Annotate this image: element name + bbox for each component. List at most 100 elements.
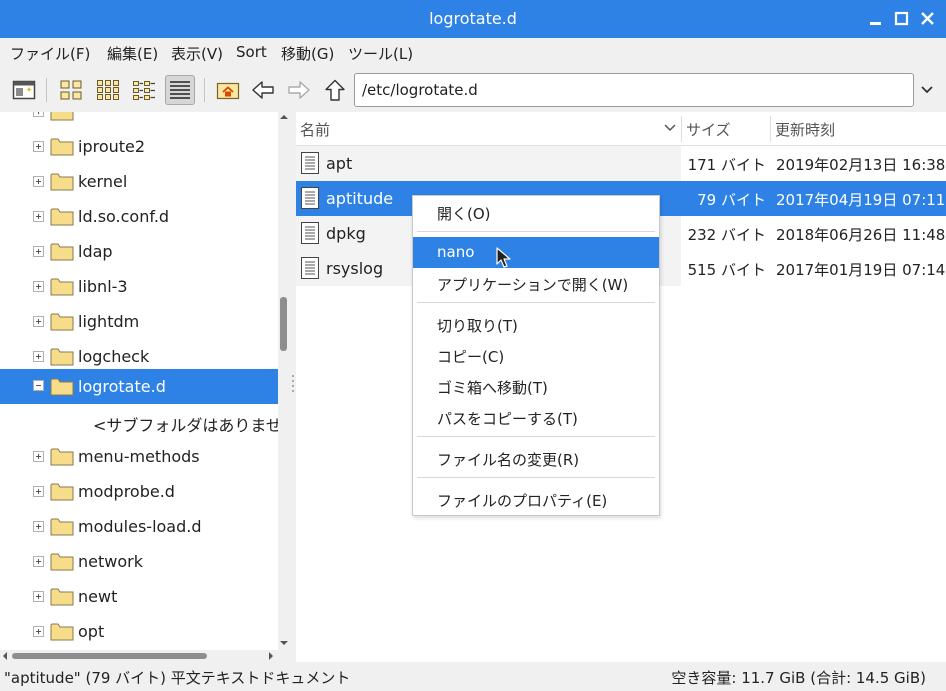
expand-icon[interactable] [33, 281, 44, 292]
tree-item-label: menu-methods [78, 447, 200, 466]
scroll-right-arrow-icon[interactable] [266, 650, 276, 662]
menu-separator [417, 302, 655, 303]
detailed-list-view-button[interactable] [165, 75, 195, 105]
folder-icon [50, 378, 74, 396]
ctx-open-with-nano[interactable]: nano [413, 237, 659, 268]
toolbar-separator [204, 78, 205, 102]
minimize-button[interactable] [866, 9, 886, 29]
back-button[interactable] [248, 75, 278, 105]
tree-item[interactable]: modprobe.d [0, 474, 278, 509]
menu-tools[interactable]: ツール(L) [348, 43, 413, 64]
column-header: 名前 サイズ 更新時刻 [296, 112, 946, 146]
expand-icon[interactable] [33, 451, 44, 462]
text-file-icon [301, 152, 319, 174]
close-button[interactable] [918, 9, 938, 29]
folder-icon [50, 278, 74, 296]
ctx-copy-path[interactable]: パスをコピーする(T) [413, 402, 659, 433]
tree-item[interactable]: libnl-3 [0, 269, 278, 304]
close-icon [921, 12, 934, 25]
status-file-info: "aptitude" (79 バイト) 平文テキストドキュメント [4, 669, 351, 687]
file-name: aptitude [326, 189, 394, 208]
thumbnail-view-icon [97, 80, 119, 100]
ctx-open-with-application[interactable]: アプリケーションで開く(W) [413, 268, 659, 299]
tree-item-selected[interactable]: logrotate.d [0, 369, 278, 404]
tree-empty-note: <サブフォルダはありませ [0, 404, 278, 439]
folder-icon [50, 518, 74, 536]
tree-item[interactable]: lightdm [0, 304, 278, 339]
menu-edit[interactable]: 編集(E) [107, 43, 158, 64]
tree-vertical-scroll-thumb[interactable] [280, 297, 287, 351]
thumbnail-view-button[interactable] [93, 75, 123, 105]
menu-file[interactable]: ファイル(F) [10, 43, 90, 64]
forward-button[interactable] [284, 75, 314, 105]
up-button[interactable] [320, 75, 350, 105]
menu-separator [417, 231, 655, 232]
tree-item[interactable]: modules-load.d [0, 509, 278, 544]
tree-item[interactable]: menu-methods [0, 439, 278, 474]
expand-icon[interactable] [33, 556, 44, 567]
folder-icon [50, 448, 74, 466]
column-size[interactable]: サイズ [686, 119, 731, 140]
expand-icon[interactable] [33, 591, 44, 602]
tree-item[interactable]: kernel [0, 164, 278, 199]
file-row[interactable]: apt 171 バイト 2019年02月13日 16:38 [296, 146, 946, 181]
collapse-icon[interactable] [33, 380, 44, 391]
tree-item-label: lightdm [78, 312, 140, 331]
location-bar[interactable]: /etc/logrotate.d [354, 73, 914, 107]
column-name[interactable]: 名前 [300, 119, 330, 140]
tree-item[interactable]: opt [0, 614, 278, 649]
tree-horizontal-scroll-thumb[interactable] [12, 653, 207, 659]
tree-item[interactable]: iproute2 [0, 129, 278, 164]
compact-view-button[interactable] [129, 75, 159, 105]
menu-view[interactable]: 表示(V) [171, 43, 223, 64]
status-disk-space: 空き容量: 11.7 GiB (合計: 14.5 GiB) [671, 669, 926, 687]
tree-item[interactable]: newt [0, 579, 278, 614]
statusbar: "aptitude" (79 バイト) 平文テキストドキュメント 空き容量: 1… [0, 662, 946, 691]
expand-icon[interactable] [33, 351, 44, 362]
tree-item[interactable]: network [0, 544, 278, 579]
up-icon [325, 79, 345, 101]
menu-sort[interactable]: Sort [236, 43, 267, 61]
home-button[interactable] [213, 75, 243, 105]
ctx-properties[interactable]: ファイルのプロパティ(E) [413, 484, 659, 515]
text-file-icon [301, 222, 319, 244]
expand-icon[interactable] [33, 626, 44, 637]
column-separator[interactable] [770, 116, 771, 142]
maximize-button[interactable] [892, 9, 912, 29]
new-window-button[interactable] [9, 75, 39, 105]
tree-item-label: modprobe.d [78, 482, 175, 501]
ctx-copy[interactable]: コピー(C) [413, 340, 659, 371]
sort-chevron-down-icon[interactable] [664, 123, 676, 133]
expand-icon[interactable] [33, 486, 44, 497]
tree-item[interactable]: ld.so.conf.d [0, 199, 278, 234]
tree-item-partial[interactable] [0, 112, 278, 129]
ctx-open[interactable]: 開く(O) [413, 197, 659, 228]
maximize-icon [894, 11, 909, 26]
tree-horizontal-scrollbar[interactable] [0, 650, 290, 662]
expand-icon[interactable] [33, 112, 44, 117]
home-icon [216, 82, 240, 100]
tree-item-label: logcheck [78, 347, 150, 366]
file-modified: 2019年02月13日 16:38 [776, 156, 946, 174]
menu-go[interactable]: 移動(G) [281, 43, 334, 64]
ctx-move-to-trash[interactable]: ゴミ箱へ移動(T) [413, 371, 659, 402]
expand-icon[interactable] [33, 176, 44, 187]
expand-icon[interactable] [33, 246, 44, 257]
tree-vertical-scrollbar[interactable] [278, 112, 290, 650]
column-modified[interactable]: 更新時刻 [775, 119, 835, 140]
column-separator[interactable] [681, 116, 682, 142]
ctx-rename[interactable]: ファイル名の変更(R) [413, 443, 659, 474]
tree-item[interactable]: ldap [0, 234, 278, 269]
scroll-down-arrow-icon[interactable] [278, 638, 290, 648]
expand-icon[interactable] [33, 141, 44, 152]
forward-icon [288, 81, 310, 99]
location-history-dropdown[interactable] [914, 73, 940, 107]
icon-view-button[interactable] [56, 75, 86, 105]
file-size: 171 バイト [687, 156, 766, 174]
scroll-up-arrow-icon[interactable] [278, 112, 290, 122]
scroll-left-arrow-icon[interactable] [0, 650, 10, 662]
expand-icon[interactable] [33, 521, 44, 532]
ctx-cut[interactable]: 切り取り(T) [413, 309, 659, 340]
expand-icon[interactable] [33, 211, 44, 222]
expand-icon[interactable] [33, 316, 44, 327]
